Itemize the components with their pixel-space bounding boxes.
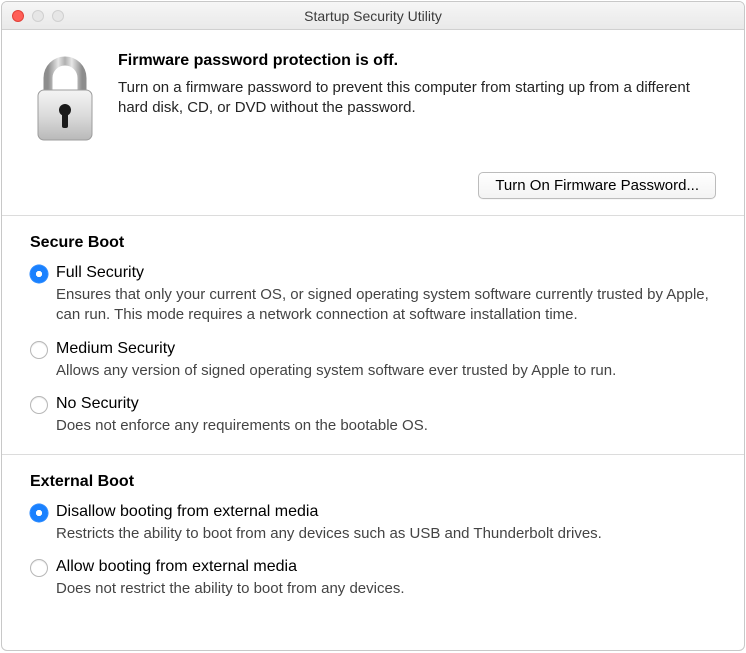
- secure-boot-section: Secure Boot Full Security Ensures that o…: [2, 216, 744, 455]
- option-title: Allow booting from external media: [56, 558, 716, 576]
- external-boot-option-disallow[interactable]: Disallow booting from external media Res…: [30, 503, 716, 544]
- titlebar: Startup Security Utility: [2, 2, 744, 30]
- secure-boot-option-full[interactable]: Full Security Ensures that only your cur…: [30, 264, 716, 326]
- secure-boot-option-none[interactable]: No Security Does not enforce any require…: [30, 395, 716, 436]
- radio-allow-external[interactable]: [30, 559, 48, 577]
- minimize-icon: [32, 10, 44, 22]
- close-icon[interactable]: [12, 10, 24, 22]
- option-desc: Does not restrict the ability to boot fr…: [56, 579, 716, 599]
- option-title: No Security: [56, 395, 716, 413]
- window-title: Startup Security Utility: [2, 8, 744, 24]
- firmware-section: Firmware password protection is off. Tur…: [2, 30, 744, 216]
- option-title: Full Security: [56, 264, 716, 282]
- traffic-lights: [12, 10, 64, 22]
- radio-no-security[interactable]: [30, 396, 48, 414]
- secure-boot-option-medium[interactable]: Medium Security Allows any version of si…: [30, 340, 716, 381]
- turn-on-firmware-password-button[interactable]: Turn On Firmware Password...: [478, 172, 716, 199]
- window: Startup Security Utility: [1, 1, 745, 651]
- option-desc: Does not enforce any requirements on the…: [56, 416, 716, 436]
- radio-full-security[interactable]: [30, 265, 48, 283]
- firmware-heading: Firmware password protection is off.: [118, 52, 716, 70]
- firmware-description: Turn on a firmware password to prevent t…: [118, 78, 716, 119]
- lock-icon: [30, 52, 100, 148]
- zoom-icon: [52, 10, 64, 22]
- option-desc: Ensures that only your current OS, or si…: [56, 285, 716, 326]
- firmware-text: Firmware password protection is off. Tur…: [118, 52, 716, 148]
- option-title: Medium Security: [56, 340, 716, 358]
- external-boot-section: External Boot Disallow booting from exte…: [2, 455, 744, 618]
- external-boot-option-allow[interactable]: Allow booting from external media Does n…: [30, 558, 716, 599]
- radio-disallow-external[interactable]: [30, 504, 48, 522]
- option-desc: Restricts the ability to boot from any d…: [56, 524, 716, 544]
- option-title: Disallow booting from external media: [56, 503, 716, 521]
- radio-medium-security[interactable]: [30, 341, 48, 359]
- option-desc: Allows any version of signed operating s…: [56, 361, 716, 381]
- external-boot-heading: External Boot: [30, 473, 716, 491]
- content: Firmware password protection is off. Tur…: [2, 30, 744, 650]
- secure-boot-heading: Secure Boot: [30, 234, 716, 252]
